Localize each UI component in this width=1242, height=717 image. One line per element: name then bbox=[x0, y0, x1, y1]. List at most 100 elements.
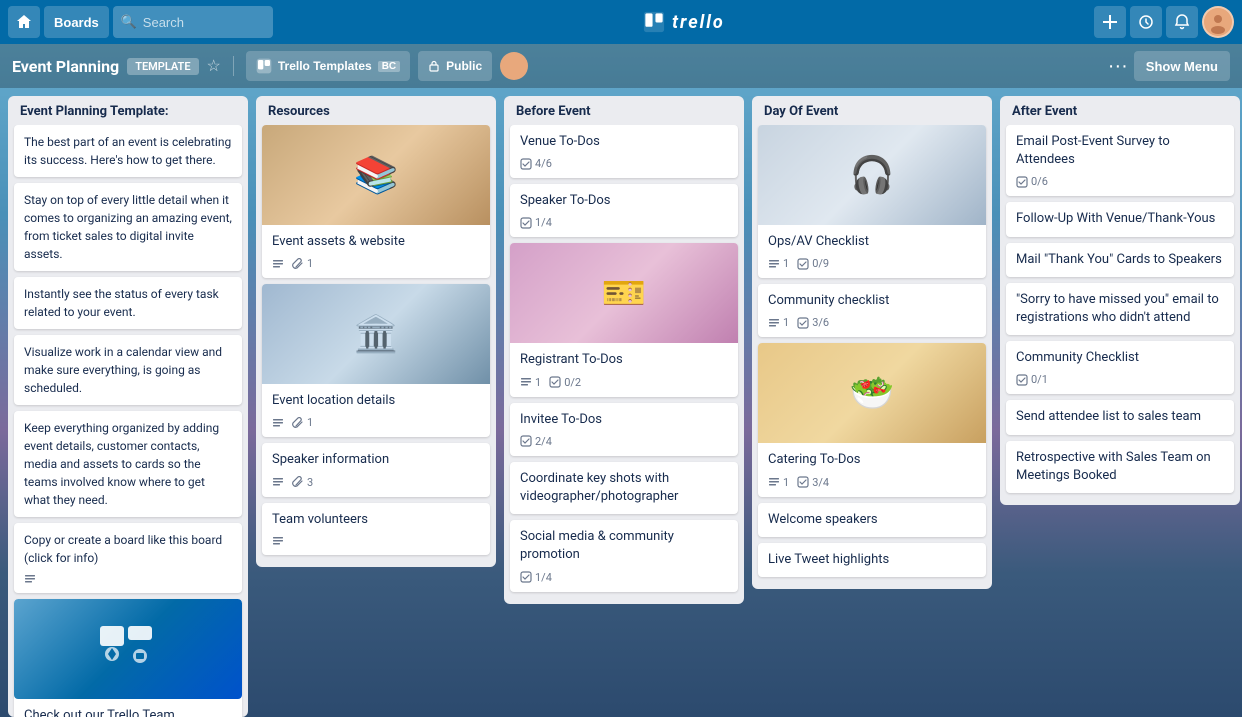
trello-templates-button[interactable]: Trello Templates BC bbox=[246, 51, 410, 81]
list-item[interactable]: Visualize work in a calendar view and ma… bbox=[14, 335, 242, 405]
show-menu-button[interactable]: Show Menu bbox=[1134, 51, 1230, 81]
list-item[interactable]: 📚 Event assets & website bbox=[262, 125, 490, 278]
list-item[interactable]: Instantly see the status of every task r… bbox=[14, 277, 242, 329]
notifications-button[interactable] bbox=[1166, 6, 1198, 38]
trello-logo-icon bbox=[642, 10, 666, 34]
list-item[interactable]: 🥗 Catering To-Dos 1 bbox=[758, 343, 986, 496]
checklist-icon bbox=[520, 435, 532, 447]
card-meta bbox=[24, 573, 232, 585]
card-meta: 1/4 bbox=[520, 571, 728, 584]
list-item[interactable]: Send attendee list to sales team bbox=[1006, 400, 1234, 434]
card-text: Visualize work in a calendar view and ma… bbox=[24, 345, 222, 395]
checklist-progress: 0/9 bbox=[812, 257, 829, 270]
public-label: Public bbox=[446, 59, 482, 73]
list-header-event-planning-template: Event Planning Template: bbox=[8, 96, 248, 125]
checklist-num: 1 bbox=[783, 316, 789, 329]
card-image-container: 🎧 bbox=[758, 125, 986, 225]
playbook-trello-icon bbox=[98, 624, 158, 674]
card-text: The best part of an event is celebrating… bbox=[24, 135, 231, 167]
headset-image: 🎧 bbox=[758, 125, 986, 225]
card-meta: 4/6 bbox=[520, 157, 728, 170]
checklist-icon bbox=[520, 571, 532, 583]
board-avatar[interactable] bbox=[500, 52, 528, 80]
list-item[interactable]: 🎧 Ops/AV Checklist 1 bbox=[758, 125, 986, 278]
card-text: Social media & community promotion bbox=[520, 529, 674, 562]
list-before-event: Before Event Venue To-Dos 4/6 Speake bbox=[504, 96, 744, 604]
card-text: Copy or create a board like this board (… bbox=[24, 533, 222, 565]
list-header-before-event: Before Event bbox=[504, 96, 744, 125]
list-item[interactable]: Speaker information 3 bbox=[262, 443, 490, 496]
list-item[interactable]: Team volunteers bbox=[262, 503, 490, 555]
list-item[interactable]: Coordinate key shots with videographer/p… bbox=[510, 462, 738, 514]
list-item[interactable]: "Sorry to have missed you" email to regi… bbox=[1006, 283, 1234, 335]
checklist-count-badge: 1 bbox=[768, 257, 789, 270]
checklist-icon bbox=[1016, 176, 1028, 188]
attachment-count: 1 bbox=[307, 416, 313, 429]
list-icon-badge bbox=[272, 476, 284, 488]
bell-icon bbox=[1174, 14, 1190, 30]
card-text: Ops/AV Checklist bbox=[768, 234, 869, 249]
list-cards-day-of-event: 🎧 Ops/AV Checklist 1 bbox=[752, 125, 992, 589]
list-item[interactable]: 🏛️ Event location details bbox=[262, 284, 490, 437]
add-button[interactable] bbox=[1094, 6, 1126, 38]
card-meta: 0/1 bbox=[1016, 373, 1224, 386]
list-item[interactable]: Follow-Up With Venue/Thank-Yous bbox=[1006, 202, 1234, 236]
activity-button[interactable] bbox=[1130, 6, 1162, 38]
list-item[interactable]: Mail "Thank You" Cards to Speakers bbox=[1006, 243, 1234, 277]
boards-button[interactable]: Boards bbox=[44, 6, 109, 38]
checklist-icon bbox=[549, 376, 561, 388]
list-item[interactable]: Social media & community promotion 1/4 bbox=[510, 520, 738, 591]
separator bbox=[233, 56, 234, 76]
checklist-badge: 0/2 bbox=[549, 376, 581, 389]
list-item[interactable]: Retrospective with Sales Team on Meeting… bbox=[1006, 441, 1234, 493]
list-item[interactable]: Keep everything organized by adding even… bbox=[14, 411, 242, 517]
trello-small-icon bbox=[256, 58, 272, 74]
card-meta bbox=[272, 535, 480, 547]
list-item[interactable]: Speaker To-Dos 1/4 bbox=[510, 184, 738, 237]
checklist-progress: 2/4 bbox=[535, 435, 552, 448]
list-item[interactable]: Check out our Trello Team playbooks (cli… bbox=[14, 599, 242, 717]
badges-image: 🎫 bbox=[510, 243, 738, 343]
list-item[interactable]: 🎫 Registrant To-Dos 1 bbox=[510, 243, 738, 396]
card-text: Speaker information bbox=[272, 452, 389, 467]
card-text: Team volunteers bbox=[272, 512, 368, 527]
list-item[interactable]: Welcome speakers bbox=[758, 503, 986, 537]
list-item[interactable]: Community Checklist 0/1 bbox=[1006, 341, 1234, 394]
list-icon bbox=[272, 476, 284, 488]
checklist-icon bbox=[1016, 374, 1028, 386]
attachment-badge: 3 bbox=[292, 476, 313, 489]
board-header: Event Planning TEMPLATE ☆ Trello Templat… bbox=[0, 44, 1242, 88]
list-item[interactable]: Live Tweet highlights bbox=[758, 543, 986, 577]
list-icon bbox=[272, 258, 284, 270]
list-item[interactable]: Stay on top of every little detail when … bbox=[14, 183, 242, 271]
list-item[interactable]: Email Post-Event Survey to Attendees 0/6 bbox=[1006, 125, 1234, 196]
template-badge: TEMPLATE bbox=[127, 58, 198, 75]
public-button[interactable]: Public bbox=[418, 51, 492, 81]
card-text: Follow-Up With Venue/Thank-Yous bbox=[1016, 211, 1215, 226]
add-icon bbox=[1102, 14, 1118, 30]
checklist-progress: 3/6 bbox=[812, 316, 829, 329]
checklist-count-badge: 1 bbox=[768, 316, 789, 329]
list-icon-badge bbox=[272, 535, 284, 547]
checklist-progress: 0/2 bbox=[564, 376, 581, 389]
list-item[interactable]: Copy or create a board like this board (… bbox=[14, 523, 242, 593]
lock-icon bbox=[428, 60, 440, 72]
star-button[interactable]: ☆ bbox=[207, 56, 221, 76]
paperclip-icon bbox=[292, 258, 304, 270]
home-button[interactable] bbox=[8, 6, 40, 38]
list-header-after-event: After Event bbox=[1000, 96, 1240, 125]
board-title[interactable]: Event Planning bbox=[12, 57, 119, 76]
trello-templates-label: Trello Templates bbox=[278, 59, 372, 73]
list-item[interactable]: Venue To-Dos 4/6 bbox=[510, 125, 738, 178]
more-options-button[interactable]: ··· bbox=[1108, 55, 1128, 78]
card-text: Invitee To-Dos bbox=[520, 412, 602, 427]
list-item[interactable]: Invitee To-Dos 2/4 bbox=[510, 403, 738, 456]
list-item[interactable]: The best part of an event is celebrating… bbox=[14, 125, 242, 177]
card-image-container bbox=[14, 599, 242, 699]
list-item[interactable]: Community checklist 1 bbox=[758, 284, 986, 337]
user-avatar[interactable] bbox=[1202, 6, 1234, 38]
list-header-day-of-event: Day Of Event bbox=[752, 96, 992, 125]
list-icon bbox=[768, 476, 780, 488]
list-icon-badge bbox=[24, 573, 36, 585]
card-text: Live Tweet highlights bbox=[768, 552, 889, 567]
